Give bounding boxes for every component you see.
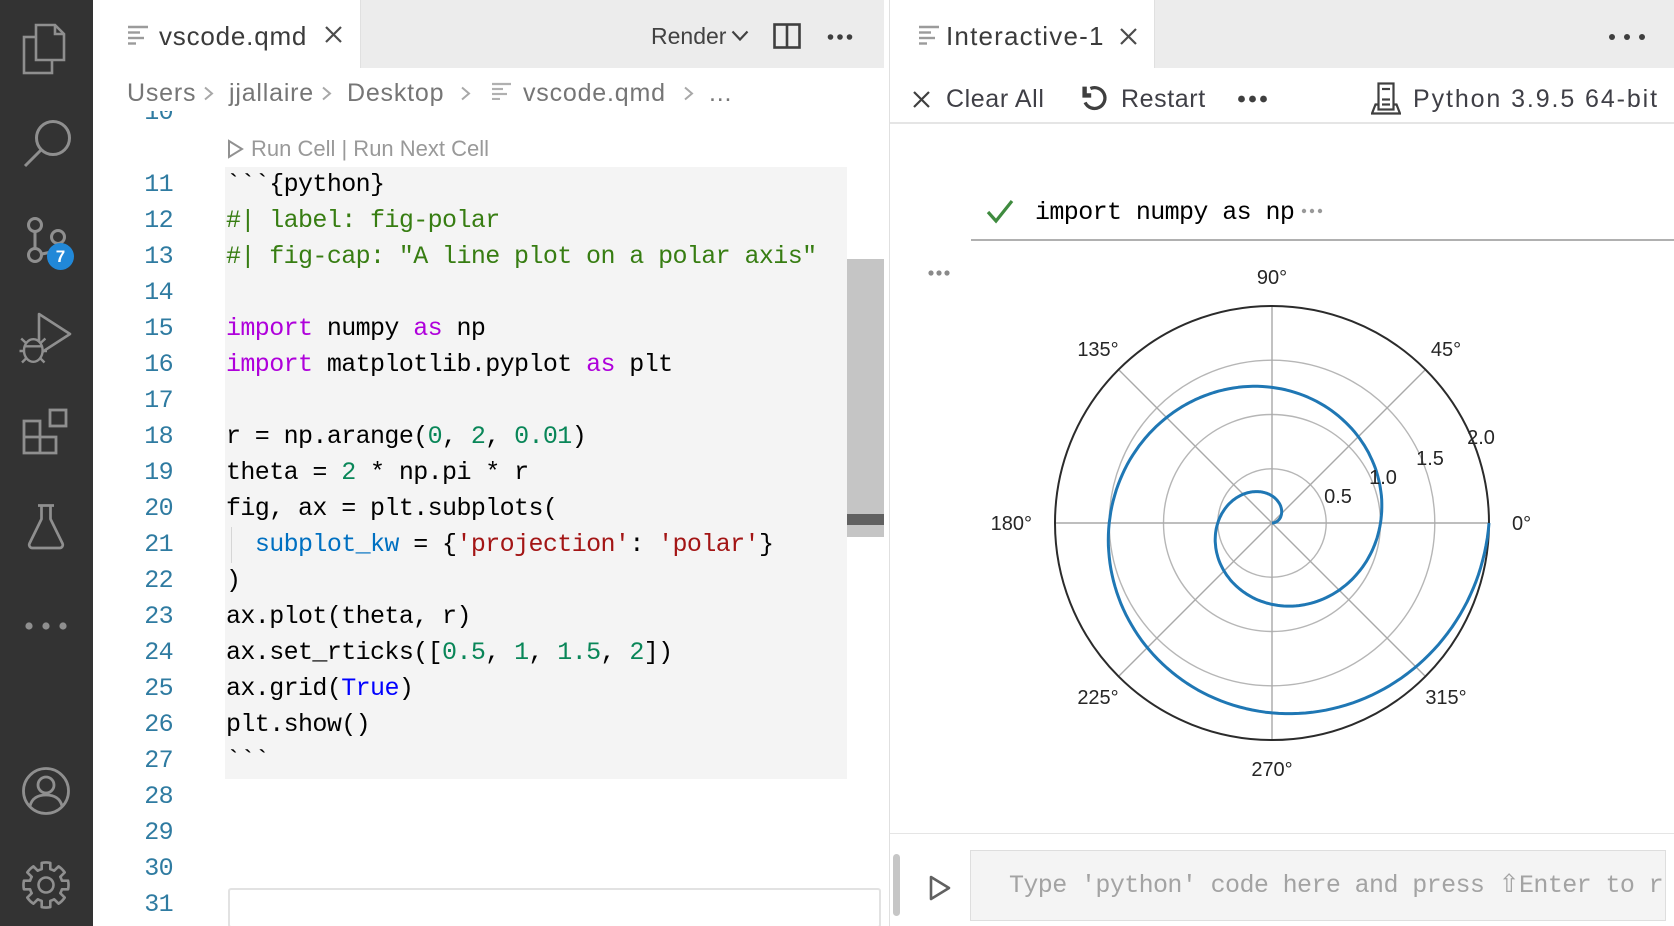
svg-text:45°: 45° <box>1431 339 1461 361</box>
svg-text:315°: 315° <box>1425 687 1466 709</box>
svg-text:225°: 225° <box>1077 687 1118 709</box>
svg-text:135°: 135° <box>1077 339 1118 361</box>
svg-text:0.5: 0.5 <box>1324 486 1352 508</box>
svg-text:90°: 90° <box>1257 267 1287 289</box>
svg-text:1.0: 1.0 <box>1369 467 1397 489</box>
svg-text:180°: 180° <box>991 513 1032 535</box>
svg-text:0°: 0° <box>1512 513 1531 535</box>
svg-text:2.0: 2.0 <box>1467 427 1495 449</box>
svg-text:270°: 270° <box>1251 759 1292 781</box>
svg-text:1.5: 1.5 <box>1416 448 1444 470</box>
